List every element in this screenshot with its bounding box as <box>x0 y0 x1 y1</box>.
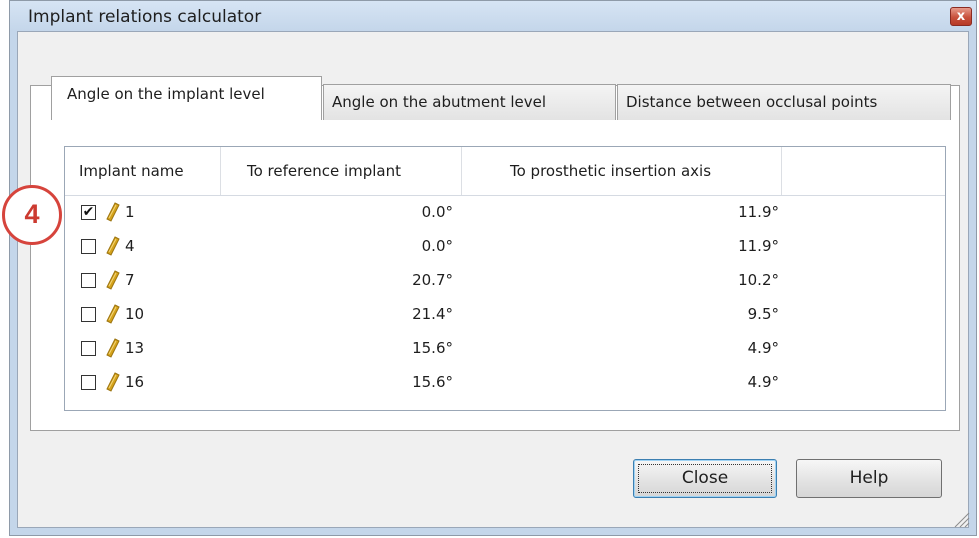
tab-label: Angle on the abutment level <box>332 93 547 111</box>
implant-icon <box>106 304 120 324</box>
implant-name: 13 <box>125 339 145 357</box>
table-row[interactable]: ✔ 1 0.0° 11.9° <box>65 196 945 230</box>
implant-name: 7 <box>125 271 135 289</box>
implant-icon <box>106 236 120 256</box>
table-row[interactable]: 4 0.0° 11.9° <box>65 230 945 264</box>
column-header-label: To prosthetic insertion axis <box>510 162 712 180</box>
tab-angle-abutment-level[interactable]: Angle on the abutment level <box>323 84 616 120</box>
callout-badge: 4 <box>2 185 62 245</box>
implant-icon <box>106 270 120 290</box>
implant-list[interactable]: Implant name To reference implant To pro… <box>64 146 946 411</box>
implant-name: 16 <box>125 373 145 391</box>
help-button-label: Help <box>849 468 889 488</box>
angle-to-insertion-axis: 10.2° <box>738 271 779 289</box>
angle-to-insertion-axis: 11.9° <box>738 203 779 221</box>
angle-to-insertion-axis: 4.9° <box>747 339 779 357</box>
angle-to-reference: 20.7° <box>412 271 453 289</box>
row-checkbox[interactable] <box>81 375 96 390</box>
resize-grip-icon[interactable] <box>950 508 970 528</box>
angle-to-reference: 15.6° <box>412 373 453 391</box>
help-button[interactable]: Help <box>796 459 942 498</box>
angle-to-reference: 0.0° <box>421 237 453 255</box>
table-row[interactable]: 16 15.6° 4.9° <box>65 366 945 400</box>
check-mark-icon: ✔ <box>82 204 95 220</box>
column-header-label: Implant name <box>79 162 184 180</box>
row-checkbox[interactable]: ✔ <box>81 205 96 220</box>
close-button[interactable]: Close <box>633 459 777 498</box>
angle-to-reference: 0.0° <box>421 203 453 221</box>
tab-distance-occlusal-points[interactable]: Distance between occlusal points <box>617 84 951 120</box>
row-checkbox[interactable] <box>81 239 96 254</box>
implant-name: 10 <box>125 305 145 323</box>
column-header-reference-implant[interactable]: To reference implant <box>221 147 462 195</box>
angle-to-insertion-axis: 11.9° <box>738 237 779 255</box>
tab-angle-implant-level[interactable]: Angle on the implant level <box>51 76 322 120</box>
table-row[interactable]: 10 21.4° 9.5° <box>65 298 945 332</box>
close-button-label: Close <box>681 468 729 488</box>
tab-label: Distance between occlusal points <box>626 93 878 111</box>
table-row[interactable]: 7 20.7° 10.2° <box>65 264 945 298</box>
angle-to-reference: 21.4° <box>412 305 453 323</box>
angle-to-insertion-axis: 4.9° <box>747 373 779 391</box>
angle-to-insertion-axis: 9.5° <box>747 305 779 323</box>
window-title: Implant relations calculator <box>28 7 262 27</box>
column-header-implant-name[interactable]: Implant name <box>65 147 221 195</box>
table-row[interactable]: 13 15.6° 4.9° <box>65 332 945 366</box>
row-checkbox[interactable] <box>81 307 96 322</box>
column-header-insertion-axis[interactable]: To prosthetic insertion axis <box>462 147 782 195</box>
implant-icon <box>106 338 120 358</box>
tab-label: Angle on the implant level <box>67 85 265 103</box>
window-close-button[interactable]: x <box>950 7 972 26</box>
row-checkbox[interactable] <box>81 341 96 356</box>
implant-icon <box>106 202 120 222</box>
implant-name: 4 <box>125 237 135 255</box>
title-bar[interactable]: Implant relations calculator x <box>10 1 976 31</box>
implant-icon <box>106 372 120 392</box>
row-checkbox[interactable] <box>81 273 96 288</box>
implant-name: 1 <box>125 203 135 221</box>
column-header-label: To reference implant <box>247 162 401 180</box>
angle-to-reference: 15.6° <box>412 339 453 357</box>
